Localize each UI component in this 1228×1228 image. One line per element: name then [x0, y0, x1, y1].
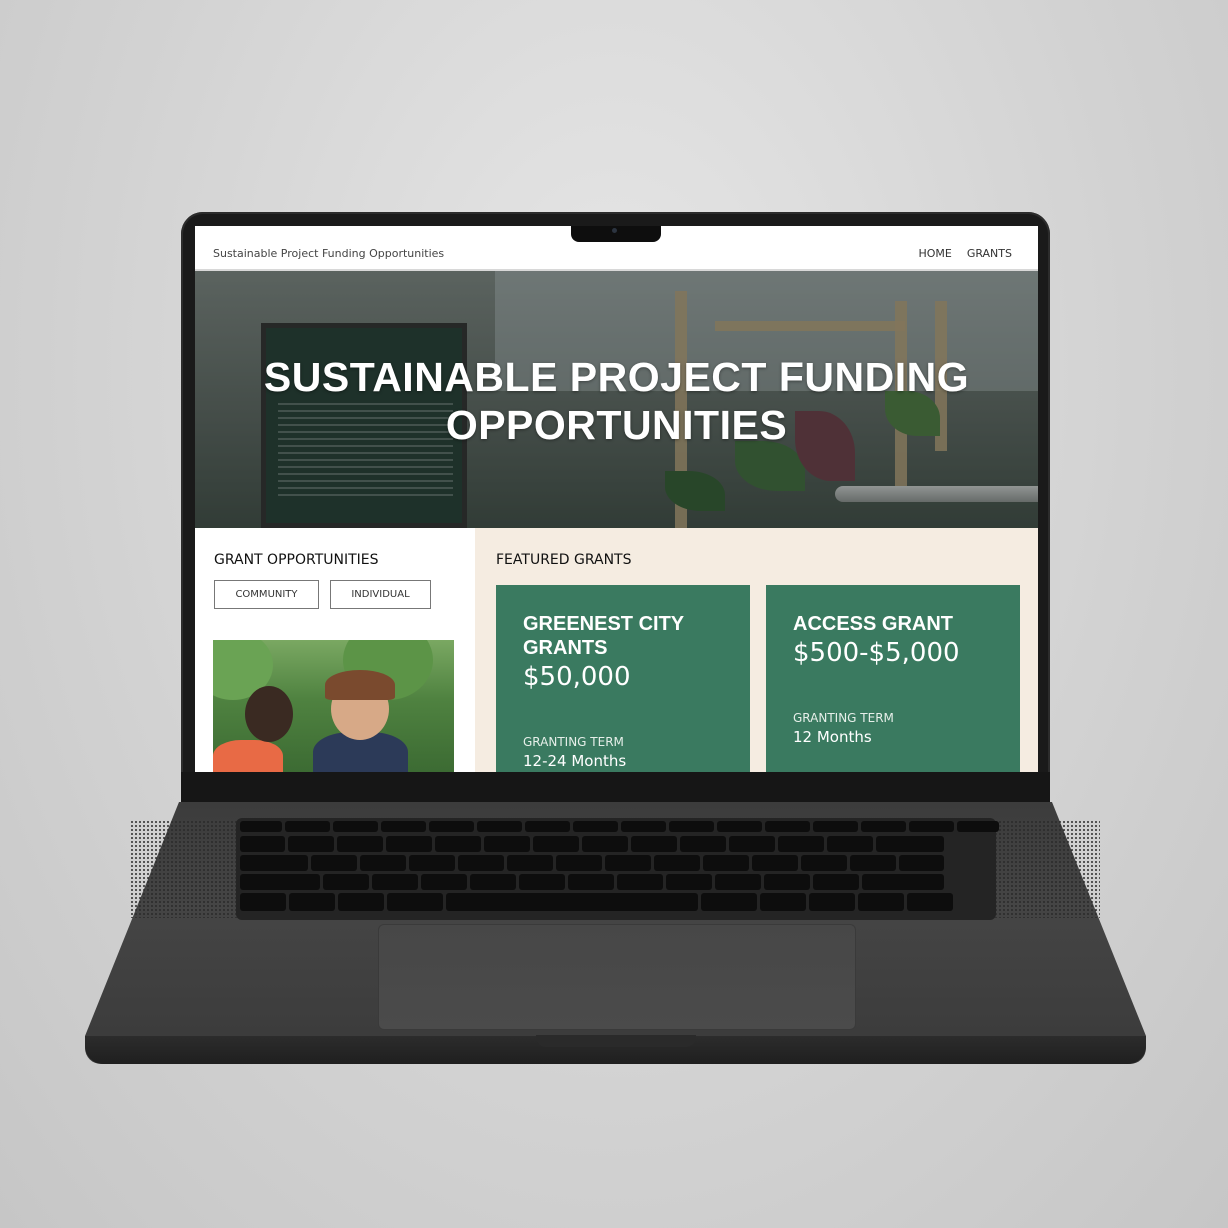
trackpad — [378, 924, 856, 1030]
number-key-row — [240, 836, 944, 852]
card-amount: $500-$5,000 — [793, 638, 960, 668]
grant-card-access[interactable]: ACCESS GRANT $500-$5,000 GRANTING TERM 1… — [766, 585, 1020, 772]
lid-opening-notch — [536, 1035, 696, 1047]
main-nav: HOME GRANTS — [918, 247, 1012, 260]
home-key-row — [240, 874, 944, 890]
function-key-row — [240, 821, 999, 832]
nav-grants-link[interactable]: GRANTS — [967, 247, 1012, 260]
bottom-key-row — [240, 893, 953, 911]
card-amount: $50,000 — [523, 662, 631, 692]
card-term-label: GRANTING TERM — [523, 735, 624, 749]
grant-card-greenest-city[interactable]: GREENEST CITY GRANTS $50,000 GRANTING TE… — [496, 585, 750, 772]
featured-grants-section: FEATURED GRANTS GREENEST CITY GRANTS $50… — [475, 528, 1038, 772]
mockup-scene: Sustainable Project Funding Opportunitie… — [0, 0, 1228, 1228]
left-speaker-grille — [130, 820, 240, 918]
card-term-value: 12-24 Months — [523, 752, 627, 770]
card-term-label: GRANTING TERM — [793, 711, 894, 725]
card-title: ACCESS GRANT — [793, 613, 954, 635]
community-filter-button[interactable]: COMMUNITY — [214, 580, 319, 609]
person-head — [245, 686, 293, 742]
laptop-hinge — [181, 772, 1050, 802]
person-figure — [213, 740, 283, 772]
right-speaker-grille — [990, 820, 1100, 918]
people-photo — [213, 640, 454, 772]
laptop-screen: Sustainable Project Funding Opportunitie… — [195, 226, 1038, 772]
site-title[interactable]: Sustainable Project Funding Opportunitie… — [213, 247, 444, 260]
card-title: GREENEST CITY GRANTS — [523, 613, 685, 659]
nav-home-link[interactable]: HOME — [918, 247, 951, 260]
keyboard — [236, 818, 999, 920]
card-term-value: 12 Months — [793, 728, 872, 746]
featured-grants-heading: FEATURED GRANTS — [496, 552, 632, 568]
grant-opportunities-heading: GRANT OPPORTUNITIES — [214, 552, 379, 568]
hero-banner: SUSTAINABLE PROJECT FUNDING OPPORTUNITIE… — [195, 271, 1038, 528]
grant-opportunities-section: GRANT OPPORTUNITIES COMMUNITY INDIVIDUAL — [195, 528, 475, 772]
individual-filter-button[interactable]: INDIVIDUAL — [330, 580, 431, 609]
hero-title: SUSTAINABLE PROJECT FUNDING OPPORTUNITIE… — [263, 354, 970, 448]
qwerty-key-row — [240, 855, 944, 871]
camera-icon — [612, 228, 617, 233]
